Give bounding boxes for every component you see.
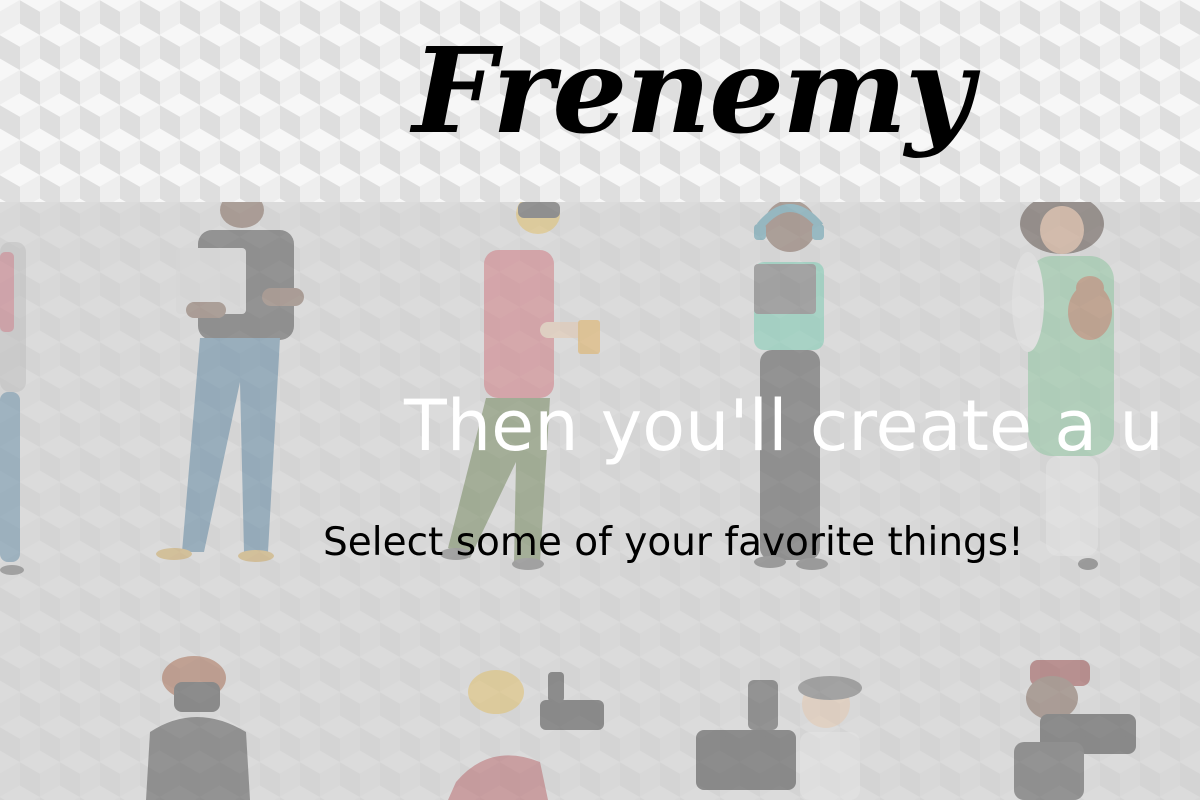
onboarding-headline: Then you'll create a u bbox=[404, 385, 1164, 467]
app-logo: Frenemy bbox=[409, 21, 983, 160]
onboarding-background bbox=[0, 202, 1200, 800]
app-logo-text: Frenemy bbox=[409, 21, 981, 160]
onboarding-subheadline: Select some of your favorite things! bbox=[323, 520, 1024, 565]
background-overlay bbox=[0, 202, 1200, 800]
app-header: Frenemy bbox=[0, 0, 1200, 202]
